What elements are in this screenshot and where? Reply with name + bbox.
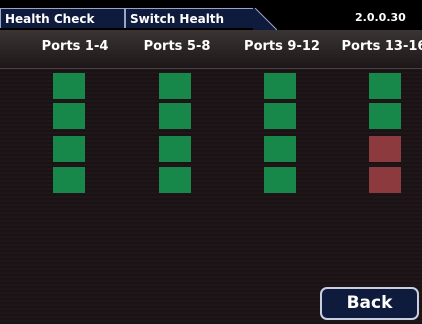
port-status-indicator <box>264 167 296 193</box>
version-label: 2.0.0.30 <box>355 11 406 24</box>
port-status-indicator <box>369 73 401 99</box>
port-status-indicator <box>159 73 191 99</box>
port-status-indicator <box>264 136 296 162</box>
tab-health-check[interactable]: Health Check <box>0 8 125 28</box>
port-status-indicator <box>53 136 85 162</box>
port-status-indicator <box>159 103 191 129</box>
column-header-bar: Ports 1-4 Ports 5-8 Ports 9-12 Ports 13-… <box>0 30 422 69</box>
column-title-ports-5-8: Ports 5-8 <box>143 39 211 54</box>
port-status-indicator <box>264 73 296 99</box>
column-title-ports-13-16: Ports 13-16 <box>341 39 422 54</box>
port-status-indicator <box>264 103 296 129</box>
port-status-indicator <box>53 167 85 193</box>
column-title-ports-9-12: Ports 9-12 <box>244 39 320 54</box>
port-status-indicator <box>369 136 401 162</box>
port-status-indicator <box>53 73 85 99</box>
port-status-indicator <box>159 136 191 162</box>
tab-switch-health-label: Switch Health <box>130 12 225 26</box>
top-bar: Health Check Switch Health 2.0.0.30 <box>0 0 422 30</box>
port-status-indicator <box>369 103 401 129</box>
port-status-indicator <box>159 167 191 193</box>
tab-health-check-label: Health Check <box>5 12 95 26</box>
port-status-indicator <box>369 167 401 193</box>
port-status-indicator <box>53 103 85 129</box>
tab-slant-edge <box>253 8 277 30</box>
back-button[interactable]: Back <box>320 287 419 320</box>
tab-switch-health[interactable]: Switch Health <box>125 8 253 28</box>
column-title-ports-1-4: Ports 1-4 <box>41 39 109 54</box>
